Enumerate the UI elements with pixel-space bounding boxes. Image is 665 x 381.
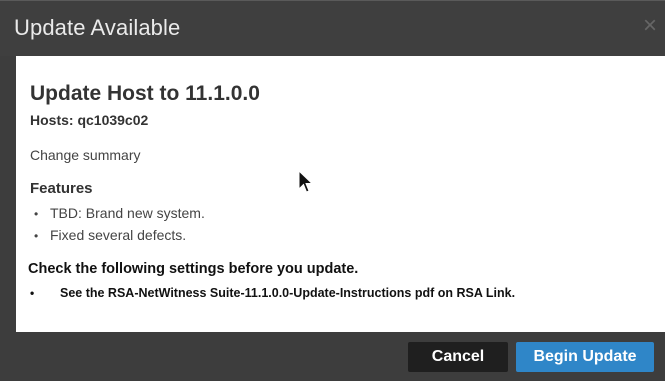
- list-item: • Fixed several defects.: [30, 224, 205, 246]
- update-available-dialog: Update Available × Update Host to 11.1.0…: [0, 0, 665, 381]
- list-item: • See the RSA-NetWitness Suite-11.1.0.0-U…: [28, 286, 515, 300]
- cancel-button[interactable]: Cancel: [408, 342, 508, 372]
- dialog-content: Update Host to 11.1.0.0 Hosts: qc1039c02…: [16, 56, 665, 332]
- change-summary-label: Change summary: [30, 147, 141, 163]
- dialog-titlebar: Update Available ×: [0, 0, 665, 56]
- hosts-label: Hosts: qc1039c02: [30, 112, 149, 128]
- update-heading: Update Host to 11.1.0.0: [30, 82, 260, 105]
- begin-update-button[interactable]: Begin Update: [516, 342, 654, 372]
- dialog-footer: Cancel Begin Update: [0, 332, 665, 381]
- bullet-icon: •: [34, 207, 39, 221]
- feature-text: Fixed several defects.: [50, 227, 187, 243]
- features-list: • TBD: Brand new system. • Fixed several d…: [30, 202, 205, 246]
- check-item-text: See the RSA-NetWitness Suite-11.1.0.0-Up…: [60, 286, 516, 300]
- features-heading: Features: [30, 180, 93, 197]
- bullet-icon: •: [34, 229, 39, 243]
- dialog-title: Update Available: [14, 15, 181, 40]
- feature-text: TBD: Brand new system.: [50, 205, 205, 221]
- list-item: • TBD: Brand new system.: [30, 202, 205, 224]
- bullet-icon: •: [30, 286, 35, 300]
- close-icon[interactable]: ×: [643, 14, 663, 38]
- check-settings-heading: Check the following settings before you …: [28, 261, 359, 277]
- mouse-cursor-icon: [298, 170, 314, 193]
